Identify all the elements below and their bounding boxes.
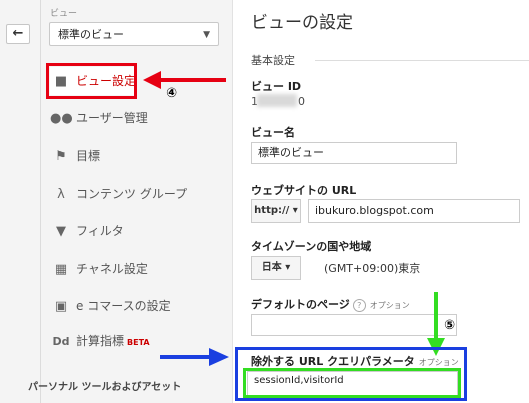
annotation-green-box xyxy=(243,368,461,398)
website-url-label: ウェブサイトの URL xyxy=(251,184,357,197)
nav-item-channel-settings[interactable]: ▦ チャネル設定 xyxy=(50,255,148,283)
timezone-value: (GMT+09:00)東京 xyxy=(324,262,421,275)
nav-item-label: 目標 xyxy=(76,149,101,163)
users-icon: ●● xyxy=(50,111,73,126)
nav-divider xyxy=(40,0,41,403)
nav-item-ecommerce[interactable]: ▣ e コマースの設定 xyxy=(50,292,171,320)
person-icon: λ xyxy=(57,187,65,202)
chevron-down-icon: ▼ xyxy=(203,30,210,40)
annotation-step-five: ⑤ xyxy=(444,318,456,333)
basic-settings-heading: 基本設定 xyxy=(251,54,295,67)
website-url-input[interactable]: ibukuro.blogspot.com xyxy=(308,199,520,223)
view-select[interactable]: 標準のビュー ▼ xyxy=(49,22,219,46)
dd-icon: Dd xyxy=(52,335,70,348)
annotation-step-four: ④ xyxy=(166,86,178,101)
nav-item-goals[interactable]: ⚑ 目標 xyxy=(50,142,100,170)
personal-tools-heading: パーソナル ツールおよびアセット xyxy=(28,382,182,393)
view-name-input[interactable]: 標準のビュー xyxy=(251,142,457,164)
view-id-suffix: 0 xyxy=(298,95,305,108)
channel-icon: ▦ xyxy=(54,262,68,277)
optional-tag: オプション xyxy=(369,301,410,310)
annotation-red-arrow xyxy=(160,78,226,82)
nav-item-label: ユーザー管理 xyxy=(76,111,148,125)
beta-badge: BETA xyxy=(127,338,150,347)
view-select-value: 標準のビュー xyxy=(58,28,124,41)
protocol-dropdown[interactable]: http:// ▾ xyxy=(251,199,301,223)
annotation-red-box xyxy=(46,63,137,99)
nav-item-content-groups[interactable]: λ コンテンツ グループ xyxy=(50,180,187,208)
page-title: ビューの設定 xyxy=(251,13,353,33)
back-arrow-icon[interactable]: ← xyxy=(6,24,30,44)
nav-item-calculated-metrics[interactable]: Dd 計算指標 BETA xyxy=(50,327,150,355)
nav-item-label: チャネル設定 xyxy=(76,262,148,276)
view-caption: ビュー xyxy=(50,9,78,19)
nav-item-label: e コマースの設定 xyxy=(76,299,171,313)
default-page-label-text: デフォルトのページ xyxy=(251,298,350,311)
timezone-label: タイムゾーンの国や地域 xyxy=(251,240,372,253)
nav-item-filters[interactable]: ▼ フィルタ xyxy=(50,217,124,245)
help-icon[interactable]: ? xyxy=(352,299,366,312)
filter-icon: ▼ xyxy=(56,224,66,239)
view-name-label: ビュー名 xyxy=(251,126,295,139)
country-dropdown[interactable]: 日本 ▾ xyxy=(251,256,301,280)
annotation-red-arrow-head xyxy=(143,71,161,89)
nav-item-label: コンテンツ グループ xyxy=(76,187,188,201)
annotation-blue-arrow-head xyxy=(209,348,229,366)
flag-icon: ⚑ xyxy=(55,149,67,164)
nav-item-label: 計算指標 xyxy=(76,334,125,348)
annotation-green-arrow xyxy=(434,292,438,340)
nav-item-user-management[interactable]: ●● ユーザー管理 xyxy=(50,104,148,132)
section-divider xyxy=(315,60,529,61)
default-page-input[interactable] xyxy=(251,314,457,336)
nav-item-label: フィルタ xyxy=(76,224,124,238)
annotation-blue-arrow xyxy=(160,355,210,359)
default-page-label: デフォルトのページ? オプション xyxy=(251,296,410,312)
redaction-blur xyxy=(257,94,297,107)
view-id-label: ビュー ID xyxy=(251,80,302,93)
cart-icon: ▣ xyxy=(54,299,68,314)
